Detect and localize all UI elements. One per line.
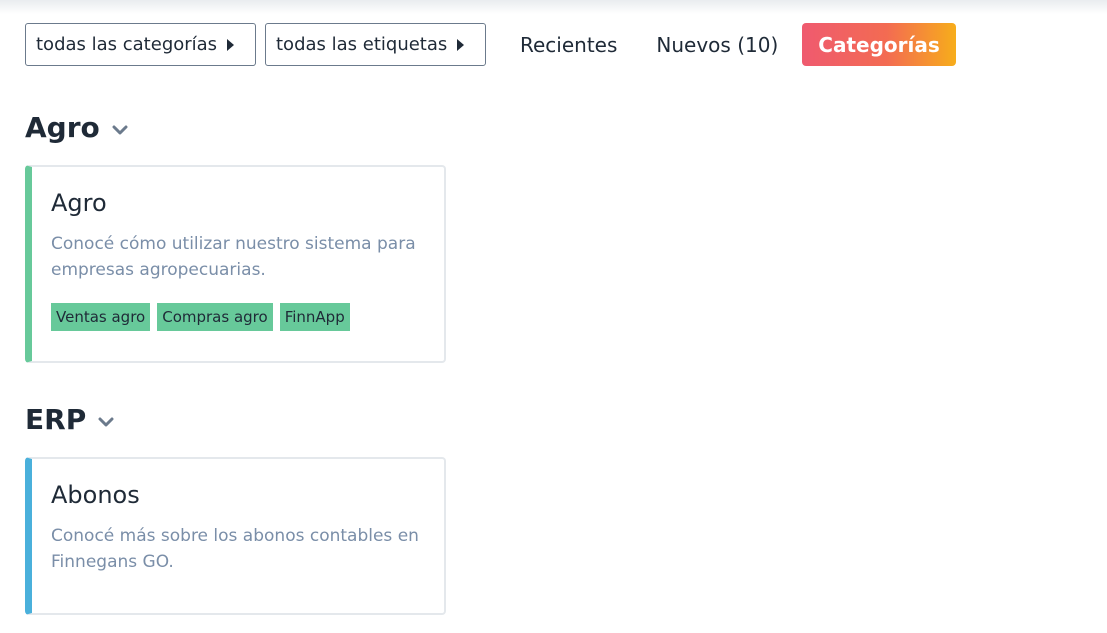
nav-categories[interactable]: Categorías	[802, 23, 956, 66]
caret-right-icon	[227, 38, 235, 51]
tag[interactable]: Ventas agro	[51, 303, 151, 331]
chevron-down-icon[interactable]	[98, 414, 114, 430]
category-heading-label: ERP	[25, 402, 87, 436]
card-tags: Ventas agro Compras agro FinnApp	[51, 303, 357, 331]
category-card[interactable]: Agro Conocé cómo utilizar nuestro sistem…	[25, 165, 446, 363]
navigation-bar: todas las categorías todas las etiquetas…	[25, 23, 956, 66]
chevron-down-icon[interactable]	[112, 122, 128, 138]
nav-recent[interactable]: Recientes	[495, 23, 636, 66]
category-card[interactable]: Abonos Conocé más sobre los abonos conta…	[25, 457, 446, 615]
categories-dropdown[interactable]: todas las categorías	[25, 23, 256, 66]
card-title[interactable]: Agro	[51, 189, 107, 217]
tag[interactable]: Compras agro	[157, 303, 273, 331]
caret-right-icon	[457, 38, 465, 51]
tags-dropdown-label: todas las etiquetas	[276, 34, 448, 55]
categories-dropdown-label: todas las categorías	[36, 34, 218, 55]
header-shadow	[0, 0, 1107, 14]
category-heading[interactable]: Agro	[25, 109, 446, 145]
card-description: Conocé cómo utilizar nuestro sistema par…	[51, 234, 416, 280]
card-description: Conocé más sobre los abonos contables en…	[51, 526, 419, 572]
category-heading[interactable]: ERP	[25, 401, 446, 437]
card-title[interactable]: Abonos	[51, 481, 140, 509]
nav-new[interactable]: Nuevos (10)	[636, 23, 802, 66]
category-section-erp: ERP Abonos Conocé más sobre los abonos c…	[25, 401, 446, 615]
tag[interactable]: FinnApp	[279, 303, 350, 331]
category-heading-label: Agro	[25, 110, 100, 144]
tags-dropdown[interactable]: todas las etiquetas	[265, 23, 486, 66]
category-section-agro: Agro Agro Conocé cómo utilizar nuestro s…	[25, 109, 446, 363]
